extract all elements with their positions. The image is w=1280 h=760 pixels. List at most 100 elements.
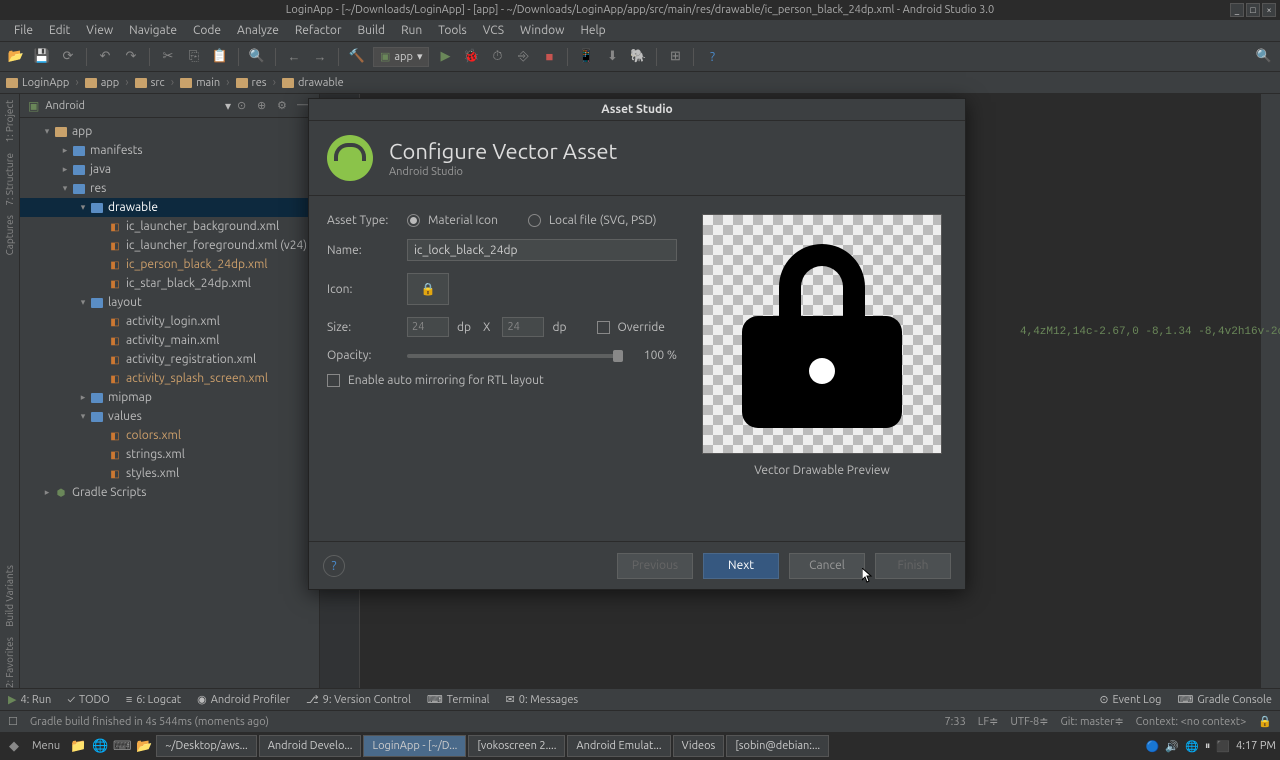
avd-icon[interactable]: 📱	[576, 47, 596, 67]
tree-item[interactable]: ◧ic_star_black_24dp.xml	[20, 274, 319, 293]
menu-window[interactable]: Window	[512, 22, 572, 39]
line-ending[interactable]: LF≑	[978, 715, 999, 728]
menu-edit[interactable]: Edit	[41, 22, 78, 39]
collapse-icon[interactable]: ⊙	[237, 99, 251, 113]
debug-icon[interactable]: 🐞	[461, 47, 481, 67]
name-input[interactable]	[407, 239, 677, 261]
menu-analyze[interactable]: Analyze	[229, 22, 287, 39]
save-icon[interactable]: 💾	[32, 47, 52, 67]
menu-tools[interactable]: Tools	[430, 22, 475, 39]
tree-item[interactable]: ▾app	[20, 122, 319, 141]
build-variants-tab[interactable]: Build Variants	[4, 565, 15, 627]
tree-item[interactable]: ▾res	[20, 179, 319, 198]
menu-code[interactable]: Code	[185, 22, 229, 39]
copy-icon[interactable]: ⎘	[184, 47, 204, 67]
finish-button[interactable]: Finish	[875, 553, 951, 579]
minimize-button[interactable]: _	[1230, 3, 1244, 17]
tree-item[interactable]: ▾values	[20, 407, 319, 426]
open-icon[interactable]: 📂	[6, 47, 26, 67]
breadcrumb-item[interactable]: res	[236, 77, 267, 89]
radio-local-file[interactable]	[528, 214, 541, 227]
favorites-tool-tab[interactable]: 2: Favorites	[4, 637, 15, 688]
run-icon[interactable]: ▶	[435, 47, 455, 67]
captures-tool-tab[interactable]: Captures	[4, 215, 15, 255]
tree-item[interactable]: ▸manifests	[20, 141, 319, 160]
messages-tool[interactable]: ✉0: Messages	[506, 693, 579, 706]
terminal-icon[interactable]: ⌨	[112, 736, 132, 756]
tree-item[interactable]: ▾layout	[20, 293, 319, 312]
browser-icon[interactable]: 🌐	[90, 736, 110, 756]
tree-item[interactable]: ◧ic_launcher_foreground.xml (v24)	[20, 236, 319, 255]
tree-item[interactable]: ◧strings.xml	[20, 445, 319, 464]
find-icon[interactable]: 🔍	[247, 47, 267, 67]
previous-button[interactable]: Previous	[617, 553, 693, 579]
sdk-icon[interactable]: ⬇	[602, 47, 622, 67]
tray-icon[interactable]: 🌐	[1185, 740, 1199, 753]
logcat-tool[interactable]: ≡6: Logcat	[126, 694, 181, 706]
run-config-selector[interactable]: ▣ app ▾	[373, 47, 429, 67]
menu-build[interactable]: Build	[350, 22, 394, 39]
breadcrumb-item[interactable]: LoginApp	[6, 77, 69, 89]
make-icon[interactable]: 🔨	[347, 47, 367, 67]
vcs-tool[interactable]: ⎇9: Version Control	[306, 693, 411, 706]
menu-refactor[interactable]: Refactor	[287, 22, 350, 39]
lock-icon[interactable]: 🔒	[1258, 715, 1272, 728]
opacity-slider[interactable]	[407, 354, 623, 358]
help-icon[interactable]: ?	[702, 47, 722, 67]
paste-icon[interactable]: 📋	[210, 47, 230, 67]
breadcrumb-item[interactable]: drawable	[282, 77, 344, 89]
redo-icon[interactable]: ↷	[121, 47, 141, 67]
tree-item[interactable]: ◧activity_registration.xml	[20, 350, 319, 369]
close-button[interactable]: ×	[1262, 3, 1276, 17]
tree-item[interactable]: ▸java	[20, 160, 319, 179]
breadcrumb-item[interactable]: main	[180, 77, 220, 89]
clock[interactable]: 4:17 PM	[1236, 740, 1276, 752]
next-button[interactable]: Next	[703, 553, 779, 579]
git-branch[interactable]: Git: master≑	[1060, 715, 1123, 728]
scroll-icon[interactable]: ⊕	[257, 99, 271, 113]
breadcrumb-item[interactable]: src	[135, 77, 165, 89]
tray-icon[interactable]: 🔊	[1165, 740, 1179, 753]
todo-tool[interactable]: ✓TODO	[67, 694, 110, 706]
taskbar-item[interactable]: [vokoscreen 2....	[468, 735, 565, 757]
chevron-down-icon[interactable]: ▾	[225, 99, 231, 113]
menu-help[interactable]: Help	[572, 22, 613, 39]
maximize-button[interactable]: □	[1246, 3, 1260, 17]
structure-tool-tab[interactable]: 7: Structure	[4, 153, 15, 206]
cut-icon[interactable]: ✂	[158, 47, 178, 67]
structure-icon[interactable]: ⊞	[665, 47, 685, 67]
rtl-checkbox[interactable]	[327, 374, 340, 387]
override-checkbox[interactable]	[597, 321, 610, 334]
tree-item[interactable]: ◧styles.xml	[20, 464, 319, 483]
gradle-console-tool[interactable]: ⌨Gradle Console	[1177, 693, 1272, 706]
taskbar-item[interactable]: Videos	[673, 735, 725, 757]
profiler-tool[interactable]: ◉Android Profiler	[197, 693, 290, 706]
menu-vcs[interactable]: VCS	[475, 22, 512, 39]
breadcrumb-item[interactable]: app	[85, 77, 120, 89]
width-input[interactable]	[407, 317, 449, 337]
tree-item[interactable]: ◧ic_person_black_24dp.xml	[20, 255, 319, 274]
taskbar-item[interactable]: Android Develo...	[259, 735, 362, 757]
tree-item[interactable]: ▸⬢Gradle Scripts	[20, 483, 319, 502]
activities-icon[interactable]: ◆	[4, 736, 24, 756]
attach-icon[interactable]: ⎆	[513, 47, 533, 67]
sync-icon[interactable]: ⟳	[58, 47, 78, 67]
taskbar-item[interactable]: LoginApp - [~/D...	[363, 735, 466, 757]
tree-item[interactable]: ▾drawable	[20, 198, 319, 217]
status-icon[interactable]: ☐	[8, 715, 18, 728]
taskbar-item[interactable]: ~/Desktop/aws...	[156, 735, 257, 757]
forward-icon[interactable]: →	[310, 47, 330, 67]
search-everywhere-icon[interactable]: 🔍	[1254, 47, 1274, 67]
file-encoding[interactable]: UTF-8≑	[1010, 715, 1048, 728]
tree-item[interactable]: ◧activity_login.xml	[20, 312, 319, 331]
terminal-tool[interactable]: ⌨Terminal	[427, 693, 490, 706]
help-button[interactable]: ?	[323, 555, 345, 577]
gear-icon[interactable]: ⚙	[277, 99, 291, 113]
back-icon[interactable]: ←	[284, 47, 304, 67]
undo-icon[interactable]: ↶	[95, 47, 115, 67]
radio-material-icon[interactable]	[407, 214, 420, 227]
project-tree[interactable]: ▾app▸manifests▸java▾res▾drawable ◧ic_laun…	[20, 118, 319, 688]
sync-gradle-icon[interactable]: 🐘	[628, 47, 648, 67]
tray-icon[interactable]: 🔵	[1146, 740, 1160, 753]
files2-icon[interactable]: 📂	[134, 736, 154, 756]
